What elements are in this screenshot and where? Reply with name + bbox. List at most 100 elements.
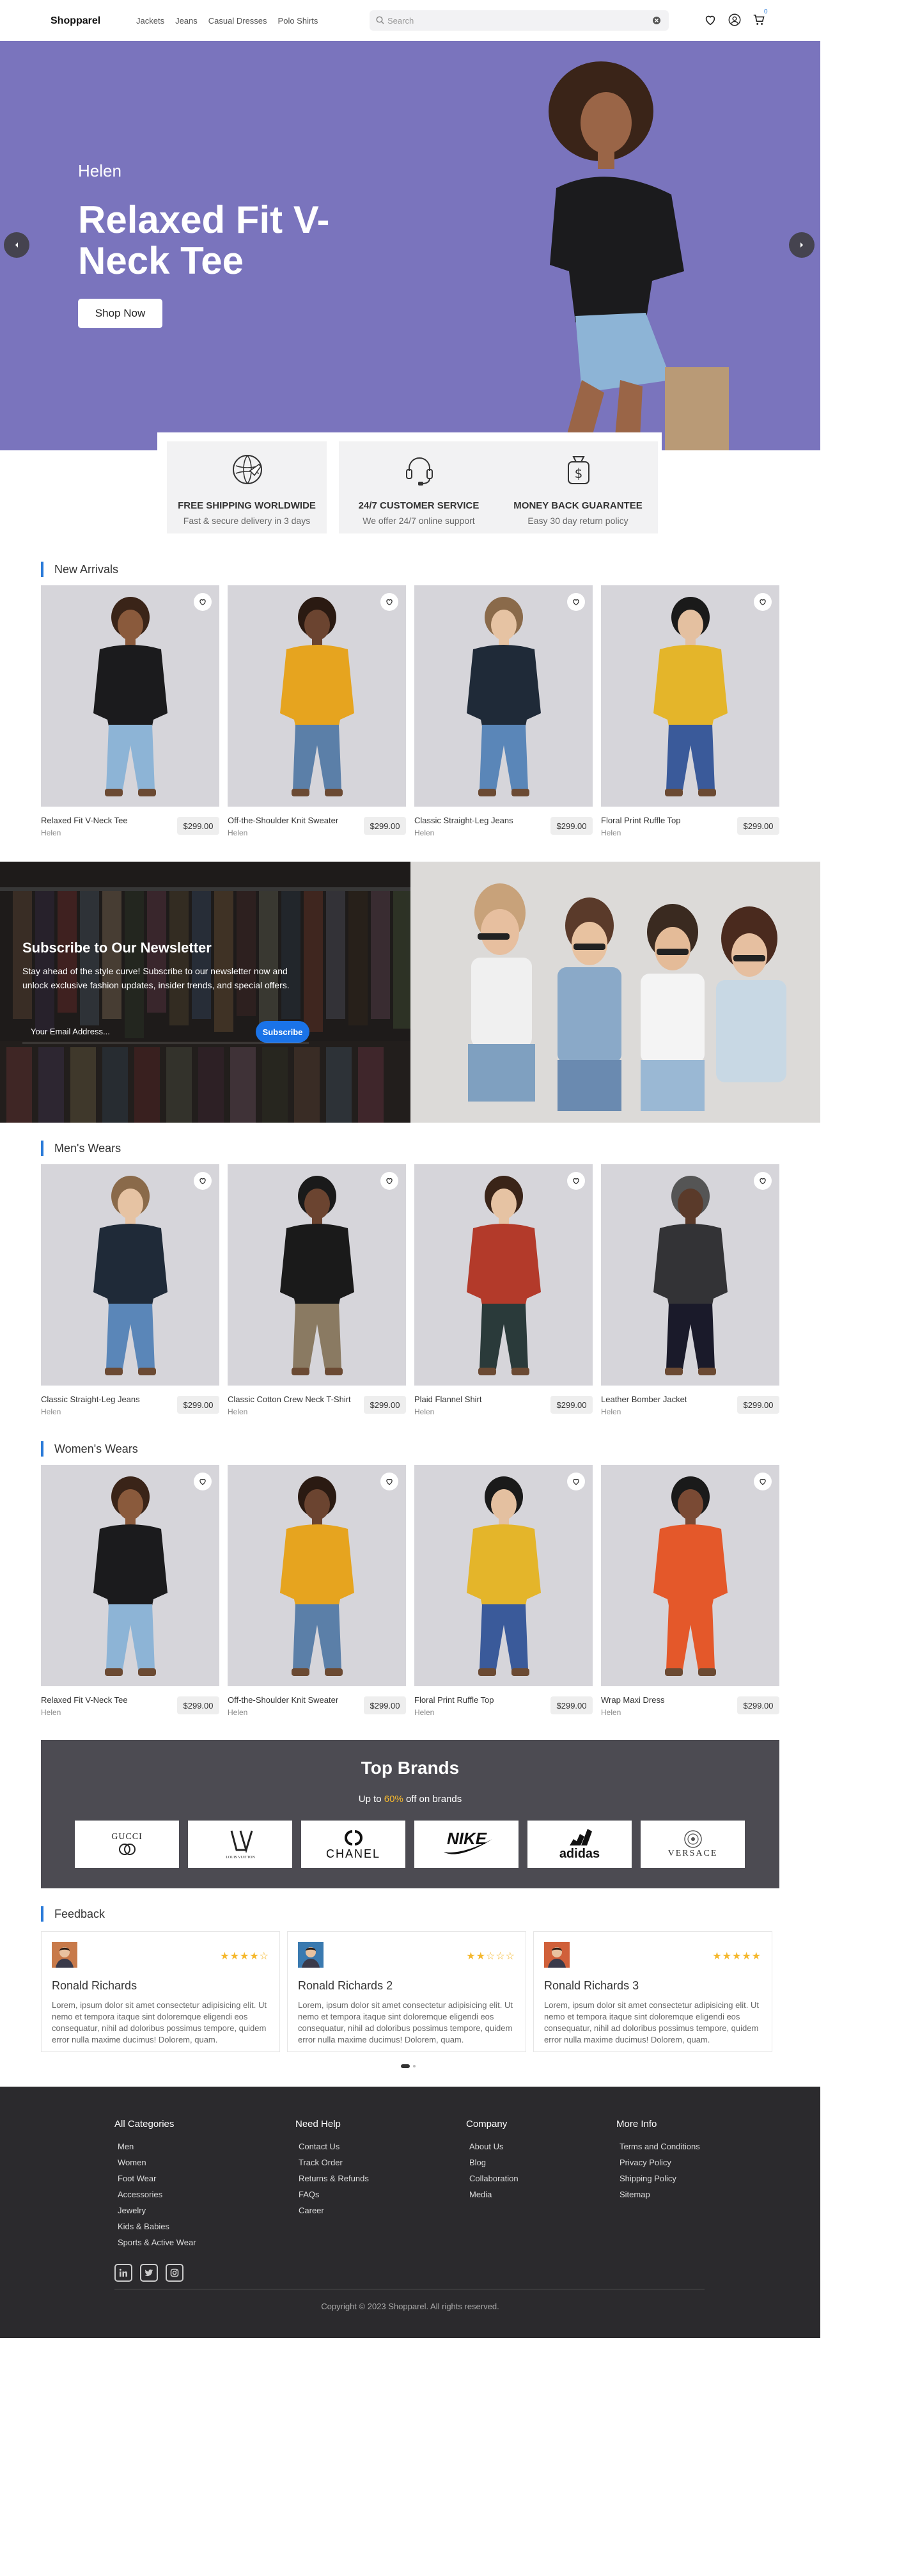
wishlist-heart-icon[interactable] <box>194 593 212 611</box>
wishlist-heart-icon[interactable] <box>567 593 585 611</box>
product-card[interactable]: Off-the-Shoulder Knit Sweater Helen $299.0… <box>228 585 406 846</box>
nav-jeans[interactable]: Jeans <box>175 16 198 26</box>
product-name[interactable]: Classic Straight-Leg Jeans <box>414 816 542 825</box>
product-card[interactable]: Relaxed Fit V-Neck Tee Helen $299.00 <box>41 585 219 846</box>
product-name[interactable]: Classic Straight-Leg Jeans <box>41 1395 169 1404</box>
nav-polo-shirts[interactable]: Polo Shirts <box>278 16 318 26</box>
product-name[interactable]: Off-the-Shoulder Knit Sweater <box>228 1695 355 1705</box>
clear-search-icon[interactable] <box>652 16 661 25</box>
newsletter-section: Subscribe to Our Newsletter Stay ahead o… <box>0 862 820 1123</box>
wishlist-heart-icon[interactable] <box>703 13 717 27</box>
wishlist-heart-icon[interactable] <box>754 1172 772 1190</box>
shop-now-button[interactable]: Shop Now <box>78 299 162 328</box>
product-card[interactable]: Plaid Flannel Shirt Helen $299.00 <box>414 1164 593 1425</box>
site-logo[interactable]: Shopparel <box>51 15 100 27</box>
product-image[interactable] <box>601 1465 779 1686</box>
footer-link[interactable]: Contact Us <box>299 2138 369 2154</box>
instagram-icon[interactable] <box>166 2264 183 2282</box>
product-card[interactable]: Floral Print Ruffle Top Helen $299.00 <box>601 585 779 846</box>
footer-link[interactable]: Collaboration <box>469 2170 519 2186</box>
subscribe-button[interactable]: Subscribe <box>256 1021 309 1043</box>
footer-link[interactable]: Men <box>118 2138 196 2154</box>
footer-link[interactable]: Sitemap <box>620 2186 700 2202</box>
brand-nike[interactable]: NIKE <box>414 1821 519 1868</box>
wishlist-heart-icon[interactable] <box>754 1473 772 1490</box>
hero-next-button[interactable] <box>789 232 815 258</box>
footer-link[interactable]: Terms and Conditions <box>620 2138 700 2154</box>
product-image[interactable] <box>41 585 219 807</box>
footer-link[interactable]: Returns & Refunds <box>299 2170 369 2186</box>
feature-card: $ MONEY BACK GUARANTEE Easy 30 day retur… <box>498 441 658 533</box>
wishlist-heart-icon[interactable] <box>567 1473 585 1490</box>
product-name[interactable]: Leather Bomber Jacket <box>601 1395 729 1404</box>
product-image[interactable] <box>601 585 779 807</box>
product-card[interactable]: Wrap Maxi Dress Helen $299.00 <box>601 1465 779 1726</box>
wishlist-heart-icon[interactable] <box>380 593 398 611</box>
product-name[interactable]: Off-the-Shoulder Knit Sweater <box>228 816 355 825</box>
product-name[interactable]: Classic Cotton Crew Neck T-Shirt <box>228 1395 355 1404</box>
brand-gucci[interactable]: GUCCI <box>75 1821 179 1868</box>
chanel-logo-icon <box>344 1829 363 1845</box>
footer-link[interactable]: Career <box>299 2202 369 2218</box>
brand-louis-vuitton[interactable]: LOUIS VUITTON <box>188 1821 292 1868</box>
footer-link[interactable]: Jewelry <box>118 2202 196 2218</box>
search-bar[interactable]: Search <box>370 10 669 31</box>
product-name[interactable]: Floral Print Ruffle Top <box>414 1695 542 1705</box>
product-card[interactable]: Leather Bomber Jacket Helen $299.00 <box>601 1164 779 1425</box>
footer-link[interactable]: Media <box>469 2186 519 2202</box>
footer-link[interactable]: Shipping Policy <box>620 2170 700 2186</box>
brand-chanel[interactable]: CHANEL <box>301 1821 405 1868</box>
product-card[interactable]: Relaxed Fit V-Neck Tee Helen $299.00 <box>41 1465 219 1726</box>
twitter-icon[interactable] <box>140 2264 158 2282</box>
product-price: $299.00 <box>737 817 779 835</box>
wishlist-heart-icon[interactable] <box>380 1172 398 1190</box>
footer-link[interactable]: Kids & Babies <box>118 2218 196 2234</box>
product-name[interactable]: Floral Print Ruffle Top <box>601 816 729 825</box>
product-image[interactable] <box>228 1164 406 1386</box>
wishlist-heart-icon[interactable] <box>380 1473 398 1490</box>
user-account-icon[interactable] <box>728 13 742 27</box>
carousel-dot[interactable] <box>413 2065 416 2067</box>
product-image[interactable] <box>414 1164 593 1386</box>
star-filled-icon: ★ <box>239 1951 250 1962</box>
product-image[interactable] <box>228 585 406 807</box>
product-image[interactable] <box>228 1465 406 1686</box>
footer-link[interactable]: Privacy Policy <box>620 2154 700 2170</box>
product-card[interactable]: Classic Straight-Leg Jeans Helen $299.00 <box>414 585 593 846</box>
top-brands-section: Top Brands Up to 60% off on brands GUCCI… <box>41 1740 779 1888</box>
product-name[interactable]: Relaxed Fit V-Neck Tee <box>41 1695 169 1705</box>
product-name[interactable]: Relaxed Fit V-Neck Tee <box>41 816 169 825</box>
hero-prev-button[interactable] <box>4 232 29 258</box>
footer-link[interactable]: Blog <box>469 2154 519 2170</box>
carousel-dot-active[interactable] <box>401 2064 410 2068</box>
brand-adidas[interactable]: adidas <box>527 1821 632 1868</box>
product-image[interactable] <box>41 1465 219 1686</box>
footer-link[interactable]: Track Order <box>299 2154 369 2170</box>
product-name[interactable]: Wrap Maxi Dress <box>601 1695 729 1705</box>
footer-link[interactable]: Accessories <box>118 2186 196 2202</box>
nav-jackets[interactable]: Jackets <box>136 16 164 26</box>
product-brand: Helen <box>601 1708 621 1717</box>
wishlist-heart-icon[interactable] <box>567 1172 585 1190</box>
product-card[interactable]: Classic Cotton Crew Neck T-Shirt Helen $29… <box>228 1164 406 1425</box>
wishlist-heart-icon[interactable] <box>194 1473 212 1490</box>
product-image[interactable] <box>41 1164 219 1386</box>
footer-link[interactable]: Foot Wear <box>118 2170 196 2186</box>
product-image[interactable] <box>414 1465 593 1686</box>
footer-link[interactable]: FAQs <box>299 2186 369 2202</box>
footer-link[interactable]: Sports & Active Wear <box>118 2234 196 2250</box>
nav-casual-dresses[interactable]: Casual Dresses <box>208 16 267 26</box>
product-card[interactable]: Floral Print Ruffle Top Helen $299.00 <box>414 1465 593 1726</box>
wishlist-heart-icon[interactable] <box>194 1172 212 1190</box>
wishlist-heart-icon[interactable] <box>754 593 772 611</box>
product-name[interactable]: Plaid Flannel Shirt <box>414 1395 542 1404</box>
footer-link[interactable]: Women <box>118 2154 196 2170</box>
search-input[interactable]: Search <box>387 16 414 26</box>
product-card[interactable]: Off-the-Shoulder Knit Sweater Helen $299.0… <box>228 1465 406 1726</box>
brand-versace[interactable]: VERSACE <box>641 1821 745 1868</box>
product-image[interactable] <box>601 1164 779 1386</box>
linkedin-icon[interactable] <box>114 2264 132 2282</box>
product-card[interactable]: Classic Straight-Leg Jeans Helen $299.00 <box>41 1164 219 1425</box>
footer-link[interactable]: About Us <box>469 2138 519 2154</box>
product-image[interactable] <box>414 585 593 807</box>
